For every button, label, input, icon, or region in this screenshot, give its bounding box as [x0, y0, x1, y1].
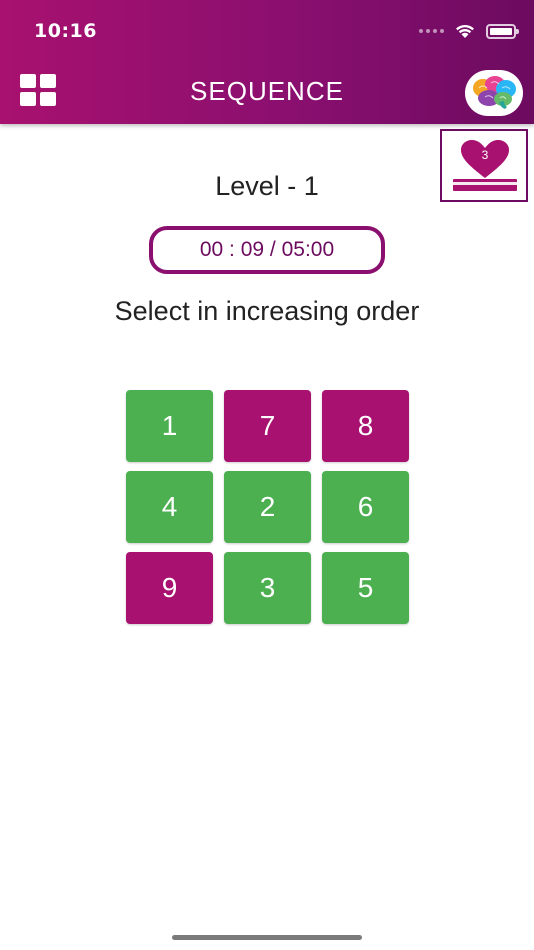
brain-button[interactable]	[465, 70, 523, 116]
number-tile[interactable]: 5	[322, 552, 409, 624]
number-tile[interactable]: 7	[224, 390, 311, 462]
battery-icon	[486, 23, 519, 39]
lives-count: 3	[481, 148, 489, 162]
instruction-text: Select in increasing order	[114, 296, 420, 326]
number-tile[interactable]: 3	[224, 552, 311, 624]
brain-icon	[473, 76, 516, 109]
number-tile[interactable]: 6	[322, 471, 409, 543]
status-time: 10:16	[34, 20, 97, 42]
number-tile[interactable]: 8	[322, 390, 409, 462]
home-indicator[interactable]	[172, 935, 362, 940]
number-tile[interactable]: 1	[126, 390, 213, 462]
number-tile[interactable]: 2	[224, 471, 311, 543]
cellular-signal-icon	[419, 29, 444, 33]
app-header: 10:16 SEQUENCE	[0, 0, 534, 124]
wifi-icon	[456, 24, 474, 38]
status-icons	[419, 23, 519, 39]
number-tile[interactable]: 9	[126, 552, 213, 624]
number-grid: 1 7 8 4 2 6 9 3 5	[126, 390, 409, 624]
level-title: Level - 1	[215, 171, 319, 201]
timer-display: 00 : 09 / 05:00	[149, 226, 385, 274]
page-title: SEQUENCE	[190, 76, 344, 106]
number-tile[interactable]: 4	[126, 471, 213, 543]
